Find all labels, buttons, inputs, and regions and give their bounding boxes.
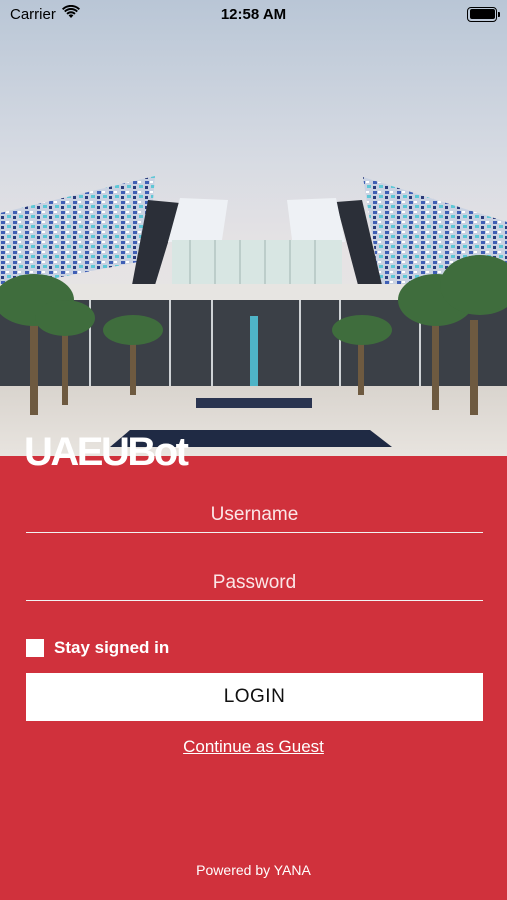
- status-bar: Carrier 12:58 AM: [0, 0, 507, 28]
- continue-as-guest-link[interactable]: Continue as Guest: [0, 737, 507, 757]
- password-field-wrapper: [26, 565, 483, 601]
- username-input[interactable]: [26, 503, 483, 526]
- campus-hero-image: [0, 0, 507, 456]
- username-field-wrapper: [26, 497, 483, 533]
- stay-signed-in-label: Stay signed in: [54, 638, 170, 657]
- status-time: 12:58 AM: [220, 5, 287, 23]
- stay-signed-in-checkbox[interactable]: [26, 639, 44, 657]
- password-input[interactable]: [26, 571, 483, 594]
- login-button[interactable]: LOGIN: [26, 673, 483, 721]
- stay-signed-in-row[interactable]: Stay signed in: [26, 638, 169, 658]
- app-logo: UAEUBot: [24, 430, 189, 474]
- powered-by-footer: Powered by YANA: [196, 862, 311, 878]
- battery-icon: [467, 6, 500, 22]
